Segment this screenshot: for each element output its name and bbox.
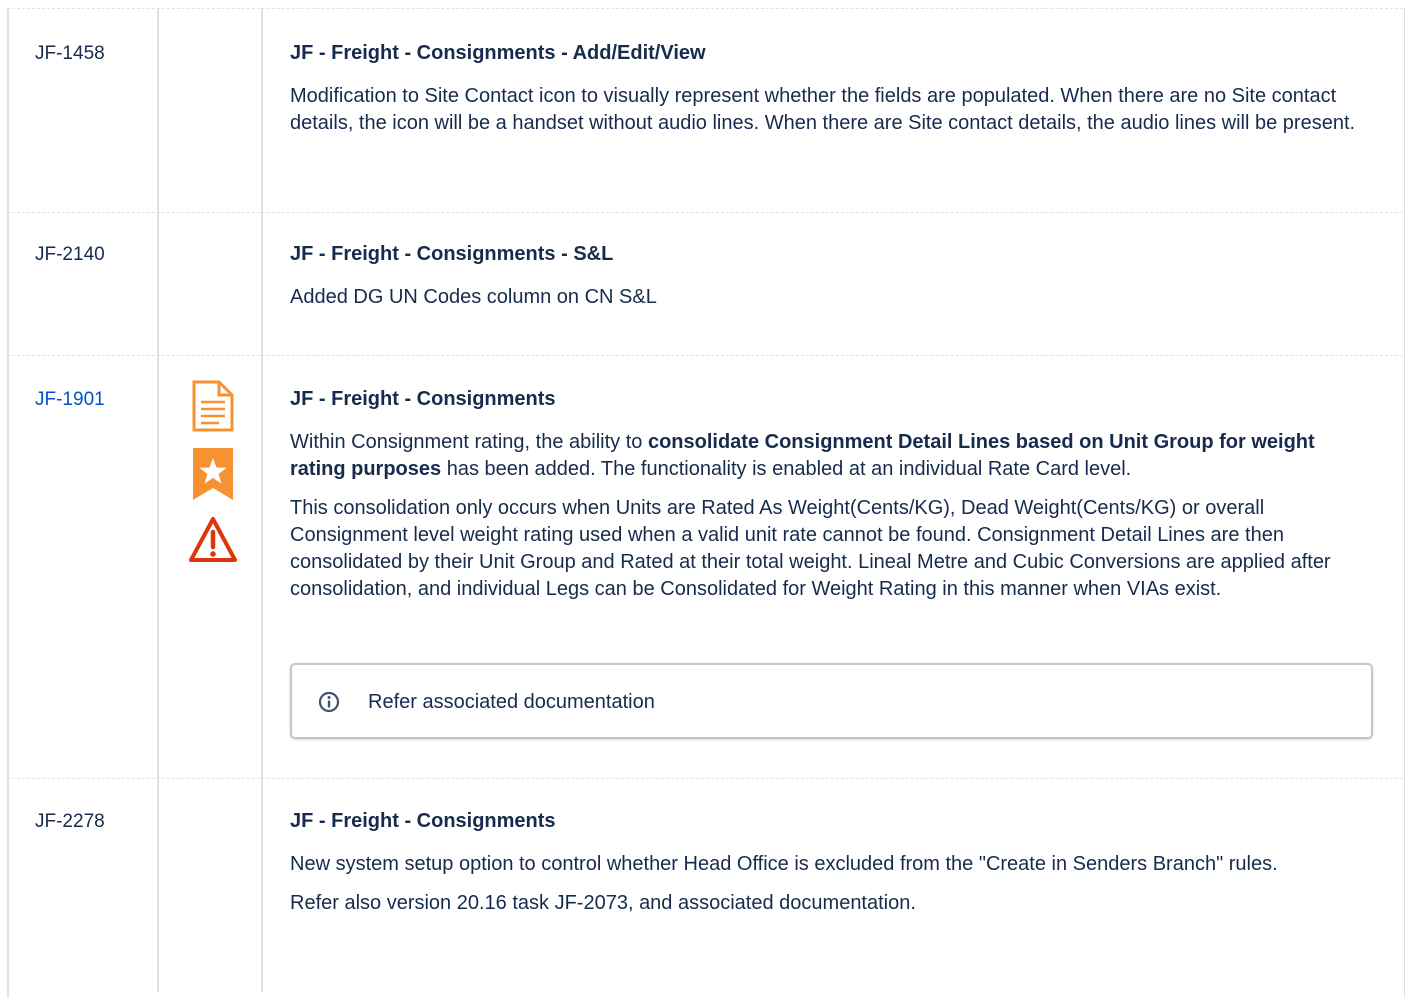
row-separator bbox=[7, 778, 1403, 779]
column-divider bbox=[157, 8, 159, 992]
row-description: Modification to Site Contact icon to vis… bbox=[290, 83, 1360, 137]
issue-key: JF-1458 bbox=[35, 40, 105, 67]
row-paragraph: Refer also version 20.16 task JF-2073, a… bbox=[290, 890, 1360, 917]
row-paragraph: Within Consignment rating, the ability t… bbox=[290, 429, 1360, 483]
row-title: JF - Freight - Consignments - S&L bbox=[290, 241, 1360, 268]
info-panel-text: Refer associated documentation bbox=[368, 689, 655, 716]
row-separator bbox=[7, 355, 1403, 356]
issue-key: JF-2140 bbox=[35, 241, 105, 268]
row-content: JF - Freight - Consignments New system s… bbox=[290, 808, 1360, 929]
row-separator bbox=[7, 8, 1403, 9]
row-title: JF - Freight - Consignments bbox=[290, 386, 1360, 413]
row-icons bbox=[191, 380, 238, 580]
row-content: JF - Freight - Consignments Within Consi… bbox=[290, 386, 1360, 615]
column-divider bbox=[261, 8, 263, 992]
document-icon bbox=[191, 380, 235, 432]
row-separator bbox=[7, 212, 1403, 213]
warning-icon bbox=[188, 516, 238, 564]
row-content: JF - Freight - Consignments - Add/Edit/V… bbox=[290, 40, 1360, 149]
row-description: Added DG UN Codes column on CN S&L bbox=[290, 284, 1360, 311]
row-title: JF - Freight - Consignments - Add/Edit/V… bbox=[290, 40, 1360, 67]
row-title: JF - Freight - Consignments bbox=[290, 808, 1360, 835]
text-span: has been added. The functionality is ena… bbox=[441, 458, 1131, 480]
info-panel: Refer associated documentation bbox=[290, 663, 1373, 739]
row-content: JF - Freight - Consignments - S&L Added … bbox=[290, 241, 1360, 323]
issue-key-link[interactable]: JF-1901 bbox=[35, 386, 105, 413]
row-paragraph: New system setup option to control wheth… bbox=[290, 851, 1360, 878]
text-span: Within Consignment rating, the ability t… bbox=[290, 431, 648, 453]
row-paragraph: This consolidation only occurs when Unit… bbox=[290, 495, 1360, 603]
star-bookmark-icon bbox=[191, 448, 235, 500]
issue-key: JF-2278 bbox=[35, 808, 105, 835]
info-icon bbox=[318, 691, 340, 713]
